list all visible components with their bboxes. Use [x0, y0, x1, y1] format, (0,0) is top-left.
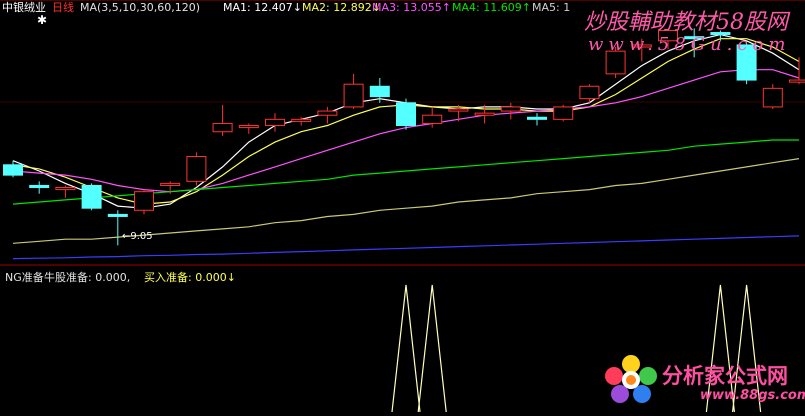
- ma2-value: MA2: 12.892↓: [302, 1, 381, 15]
- indicator-signal: [392, 285, 420, 412]
- candle: [397, 99, 416, 130]
- candle-body-down: [397, 103, 416, 126]
- ma-line-ma4: [13, 140, 799, 204]
- candle-body-up: [554, 107, 573, 119]
- candle: [554, 105, 573, 122]
- ma4-value: MA4: 11.609↑: [452, 1, 531, 15]
- logo-url: www.88gs.com: [700, 388, 805, 403]
- candle: [344, 74, 363, 109]
- candle: [292, 117, 311, 125]
- candle: [30, 181, 49, 193]
- indicator-signal: [418, 285, 446, 412]
- candle-body-down: [528, 117, 547, 119]
- candle-body-down: [4, 165, 23, 175]
- candle-body-up: [56, 188, 75, 190]
- candle: [501, 103, 520, 120]
- candle: [82, 183, 101, 210]
- candle-body-up: [213, 123, 232, 131]
- candle-body-up: [318, 111, 337, 115]
- candle-body-up: [187, 157, 206, 182]
- ma-params: MA(3,5,10,30,60,120): [80, 1, 200, 15]
- indicator-line1-value: 牛股准备: 0.000,: [44, 271, 130, 285]
- candle: [318, 107, 337, 124]
- candle: [528, 113, 547, 125]
- candle: [239, 123, 258, 133]
- candle-body-up: [135, 192, 154, 211]
- moving-average-lines: [13, 35, 799, 259]
- indicator-line2-value: 买入准备: 0.000↓: [144, 271, 236, 285]
- candle-body-down: [108, 214, 127, 216]
- candle-body-down: [370, 86, 389, 96]
- candlestick-series: [4, 28, 805, 245]
- candle-body-up: [292, 119, 311, 121]
- candle: [266, 113, 285, 132]
- watermark-brand: 炒股輔助教材58股网: [584, 4, 788, 36]
- candle-body-up: [449, 109, 468, 111]
- candle-body-up: [161, 183, 180, 185]
- candle-body-up: [790, 80, 805, 82]
- candle: [56, 185, 75, 197]
- candle-body-up: [501, 107, 520, 111]
- period-label[interactable]: 日线: [52, 1, 74, 15]
- candle-body-up: [266, 119, 285, 125]
- kline-chart-svg[interactable]: [0, 0, 805, 412]
- candle-body-down: [82, 185, 101, 208]
- candle: [763, 84, 782, 109]
- candle-body-up: [475, 113, 494, 115]
- candle: [135, 190, 154, 215]
- ma5-value: MA5: 1: [532, 1, 570, 15]
- candle-body-up: [580, 86, 599, 98]
- candle: [790, 57, 805, 84]
- star-marker-icon: ✱: [37, 13, 47, 27]
- watermark-url: www.58Gu.com: [588, 34, 790, 55]
- ma3-value: MA3: 13.055↑: [372, 1, 451, 15]
- candle: [370, 78, 389, 103]
- ma1-value: MA1: 12.407↓: [223, 1, 302, 15]
- candle-body-up: [239, 126, 258, 128]
- candle: [187, 152, 206, 185]
- candle-body-up: [763, 88, 782, 107]
- candle-body-up: [344, 84, 363, 107]
- candle-body-down: [30, 185, 49, 187]
- low-price-annotation: ←9.05: [122, 230, 153, 244]
- candle: [580, 84, 599, 103]
- flower-logo-icon: [602, 354, 660, 404]
- logo-title: 分析家公式网: [662, 360, 788, 390]
- candle: [213, 105, 232, 136]
- stock-chart[interactable]: 中银绒业 日线 MA(3,5,10,30,60,120) MA1: 12.407…: [0, 0, 805, 412]
- indicator-name: NG准备: [5, 271, 44, 285]
- ma-line-ma3: [13, 70, 799, 192]
- candle-body-up: [423, 115, 442, 123]
